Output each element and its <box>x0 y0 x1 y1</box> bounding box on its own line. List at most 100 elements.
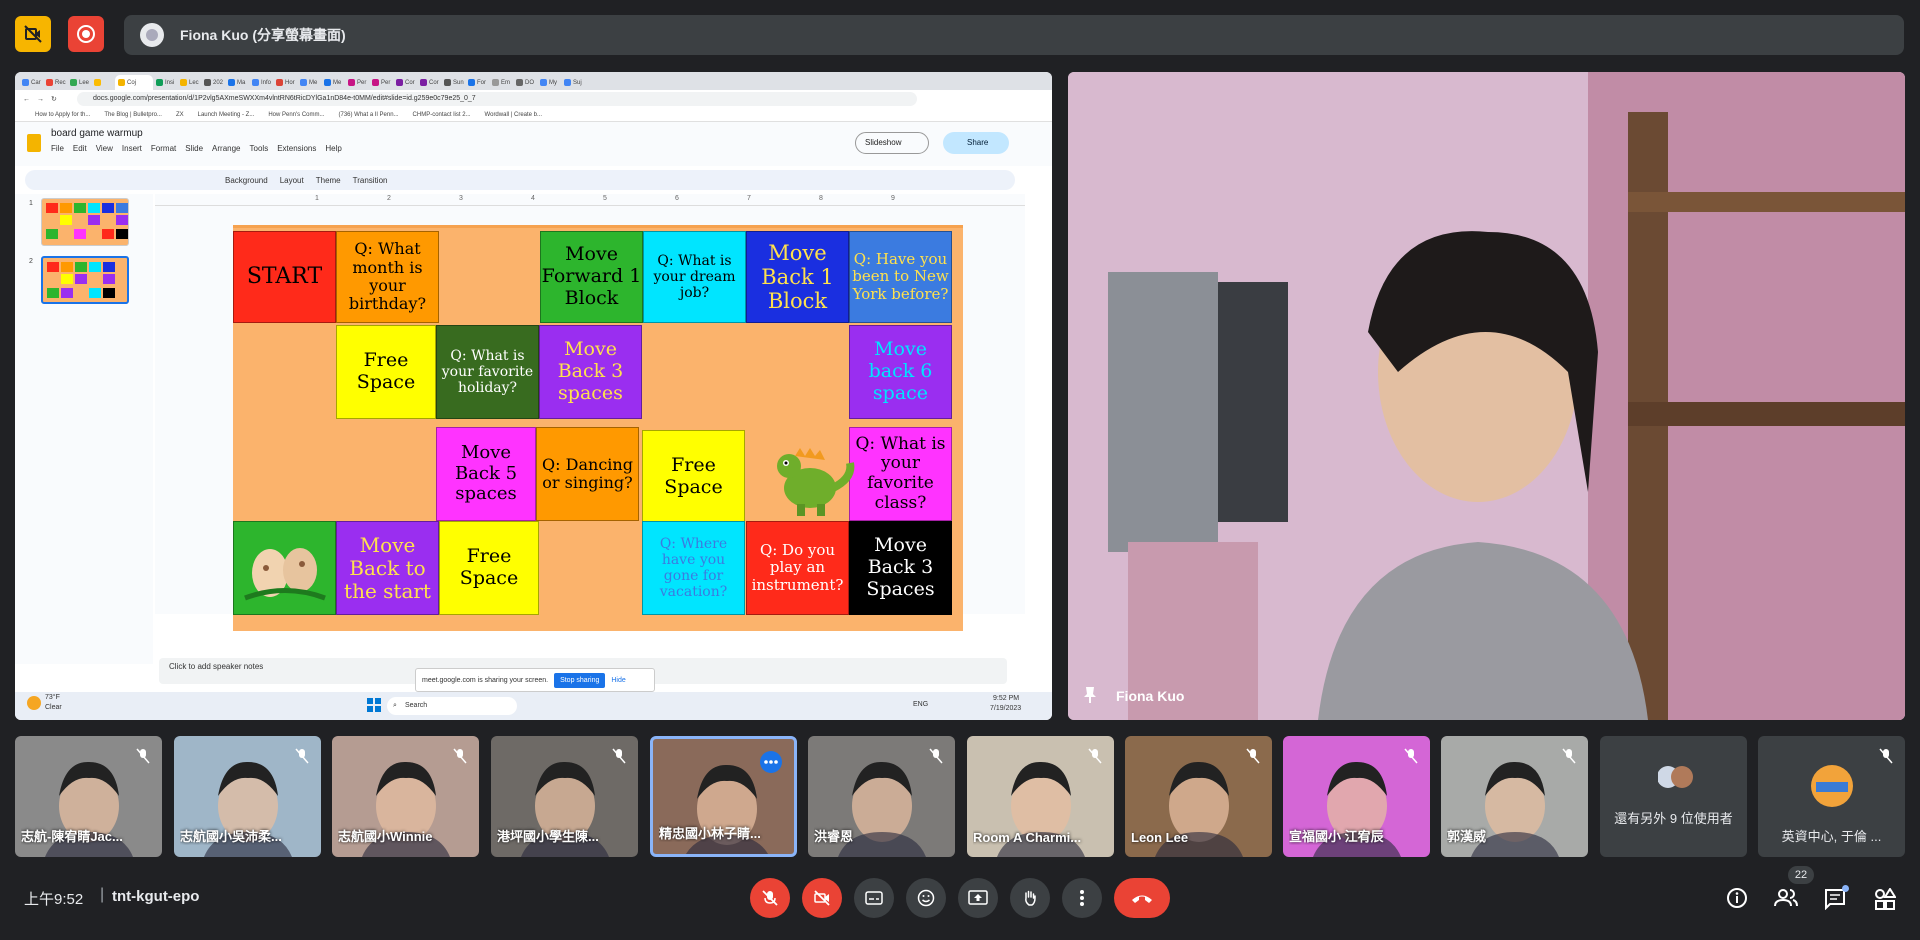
doc-title[interactable]: board game warmup <box>51 128 143 139</box>
board-cell-free-space-3[interactable]: Free Space <box>439 521 539 615</box>
board-cell-free-space-2[interactable]: Free Space <box>642 430 745 524</box>
menu-tools[interactable]: Tools <box>250 144 269 153</box>
language-indicator[interactable]: ENG <box>913 701 928 708</box>
browser-tab[interactable]: Lee <box>67 75 91 90</box>
reactions-button[interactable] <box>906 878 946 918</box>
board-cell-q-dancing[interactable]: Q: Dancing or singing? <box>536 427 639 521</box>
menu-arrange[interactable]: Arrange <box>212 144 240 153</box>
pin-icon[interactable] <box>1082 686 1098 704</box>
browser-tab[interactable]: Sun <box>441 75 465 90</box>
leave-call-button[interactable] <box>1114 878 1170 918</box>
bookmark-item[interactable]: How to Apply for th... <box>35 112 90 118</box>
browser-tab[interactable]: Lec <box>177 75 201 90</box>
browser-tab[interactable]: For <box>465 75 489 90</box>
windows-start-icon[interactable] <box>367 698 381 712</box>
more-options-button[interactable] <box>1062 878 1102 918</box>
browser-tab[interactable]: Coj <box>115 75 153 90</box>
browser-tab[interactable]: Ma <box>225 75 249 90</box>
meeting-code[interactable]: tnt-kgut-epo <box>112 888 199 905</box>
browser-tab[interactable]: Cor <box>417 75 441 90</box>
info-icon[interactable] <box>1726 887 1748 914</box>
browser-tab[interactable]: 202 <box>201 75 225 90</box>
board-cell-q-dream-job[interactable]: Q: What is your dream job? <box>643 231 746 323</box>
board-cell-start[interactable]: START <box>233 231 336 323</box>
menu-insert[interactable]: Insert <box>122 144 142 153</box>
slideshow-button[interactable]: Slideshow <box>855 132 929 154</box>
menu-view[interactable]: View <box>96 144 113 153</box>
more-options-icon[interactable] <box>760 751 782 778</box>
raise-hand-button[interactable] <box>1010 878 1050 918</box>
captions-button[interactable] <box>854 878 894 918</box>
present-screen-button[interactable] <box>958 878 998 918</box>
chat-icon[interactable] <box>1824 885 1849 915</box>
bookmark-item[interactable]: How Penn's Comm... <box>268 112 324 118</box>
browser-tab[interactable]: My <box>537 75 561 90</box>
board-cell-q-class[interactable]: Q: What is your favorite class? <box>849 427 952 521</box>
board-cell-q-instrument[interactable]: Q: Do you play an instrument? <box>746 521 849 615</box>
participant-tile[interactable]: 志航國小吳沛柔... <box>174 736 321 857</box>
camera-off-indicator-icon[interactable] <box>15 16 51 52</box>
board-game-slide[interactable]: START Q: What month is your birthday? Move… <box>233 225 963 631</box>
more-participants-tile[interactable]: 還有另外 9 位使用者 <box>1600 736 1747 857</box>
participant-tile[interactable]: Room A Charmi... <box>967 736 1114 857</box>
board-cell-q-vacation[interactable]: Q: Where have you gone for vacation? <box>642 521 745 615</box>
browser-tab[interactable]: Suj <box>561 75 585 90</box>
share-button[interactable]: Share <box>943 132 1009 154</box>
bookmark-item[interactable]: CHMP-contact list 2... <box>413 112 471 118</box>
browser-tab[interactable]: Per <box>369 75 393 90</box>
browser-tab[interactable]: Info <box>249 75 273 90</box>
people-icon[interactable] <box>1774 888 1798 913</box>
participant-tile[interactable]: 洪睿恩 <box>808 736 955 857</box>
bookmark-item[interactable]: ZX <box>176 112 184 118</box>
participant-tile[interactable]: 郭漢威 <box>1441 736 1588 857</box>
url-field[interactable]: docs.google.com/presentation/d/1P2vlg5AX… <box>77 92 917 106</box>
toolbar-theme[interactable]: Theme <box>316 176 341 185</box>
board-cell-move-back-3a[interactable]: Move Back 3 spaces <box>539 325 642 419</box>
browser-tab[interactable]: Rec <box>43 75 67 90</box>
browser-tab[interactable]: Cor <box>393 75 417 90</box>
browser-tab[interactable]: Me <box>297 75 321 90</box>
board-cell-move-back-start[interactable]: Move Back to the start <box>336 521 439 615</box>
board-cell-q-new-york[interactable]: Q: Have you been to New York before? <box>849 231 952 323</box>
browser-tab[interactable]: Per <box>345 75 369 90</box>
browser-tab[interactable]: Em <box>489 75 513 90</box>
toolbar-transition[interactable]: Transition <box>353 176 388 185</box>
participant-tile[interactable]: 志航國小Winnie <box>332 736 479 857</box>
bookmark-item[interactable]: Wordwall | Create b... <box>485 112 542 118</box>
participant-tile[interactable]: 英資中心, 于倫 ... <box>1758 736 1905 857</box>
browser-tab[interactable]: Insi <box>153 75 177 90</box>
taskbar-search[interactable]: ⌕ Search <box>387 697 517 715</box>
menu-file[interactable]: File <box>51 144 64 153</box>
board-cell-q-birthday[interactable]: Q: What month is your birthday? <box>336 231 439 323</box>
recording-indicator-icon[interactable] <box>68 16 104 52</box>
forward-icon[interactable]: → <box>37 96 44 103</box>
participant-tile[interactable]: 港坪國小學生陳... <box>491 736 638 857</box>
board-cell-move-back-3b[interactable]: Move Back 3 Spaces <box>849 521 952 615</box>
slide-thumbnail-1[interactable] <box>41 198 129 246</box>
browser-tab[interactable]: Car <box>19 75 43 90</box>
browser-tab[interactable]: DO <box>513 75 537 90</box>
board-cell-move-back-6[interactable]: Move back 6 space <box>849 325 952 419</box>
reload-icon[interactable]: ↻ <box>51 95 57 103</box>
mic-toggle-button[interactable] <box>750 878 790 918</box>
browser-tab[interactable]: Me <box>321 75 345 90</box>
board-cell-eggs[interactable] <box>233 521 336 615</box>
bookmark-item[interactable]: Launch Meeting - Z... <box>198 112 255 118</box>
menu-extensions[interactable]: Extensions <box>277 144 316 153</box>
slide-thumbnail-2[interactable] <box>41 256 129 304</box>
participant-tile[interactable]: 精忠國小林子睛... <box>650 736 797 857</box>
board-cell-q-holiday[interactable]: Q: What is your favorite holiday? <box>436 325 539 419</box>
bookmark-item[interactable]: (736) What a Il Penn... <box>339 112 399 118</box>
clock-time[interactable]: 9:52 PM <box>993 695 1019 702</box>
toolbar-background[interactable]: Background <box>225 176 268 185</box>
hide-button[interactable]: Hide <box>611 677 625 684</box>
speaker-video-tile[interactable]: Fiona Kuo <box>1068 72 1905 720</box>
menu-help[interactable]: Help <box>325 144 341 153</box>
board-cell-move-back-5[interactable]: Move Back 5 spaces <box>436 427 536 521</box>
back-icon[interactable]: ← <box>23 96 30 103</box>
stop-sharing-button[interactable]: Stop sharing <box>554 672 606 688</box>
bookmark-item[interactable]: The Blog | Bulletpro... <box>104 112 162 118</box>
activities-icon[interactable] <box>1874 887 1897 915</box>
board-cell-free-space-1[interactable]: Free Space <box>336 325 436 419</box>
browser-tab[interactable]: Hor <box>273 75 297 90</box>
